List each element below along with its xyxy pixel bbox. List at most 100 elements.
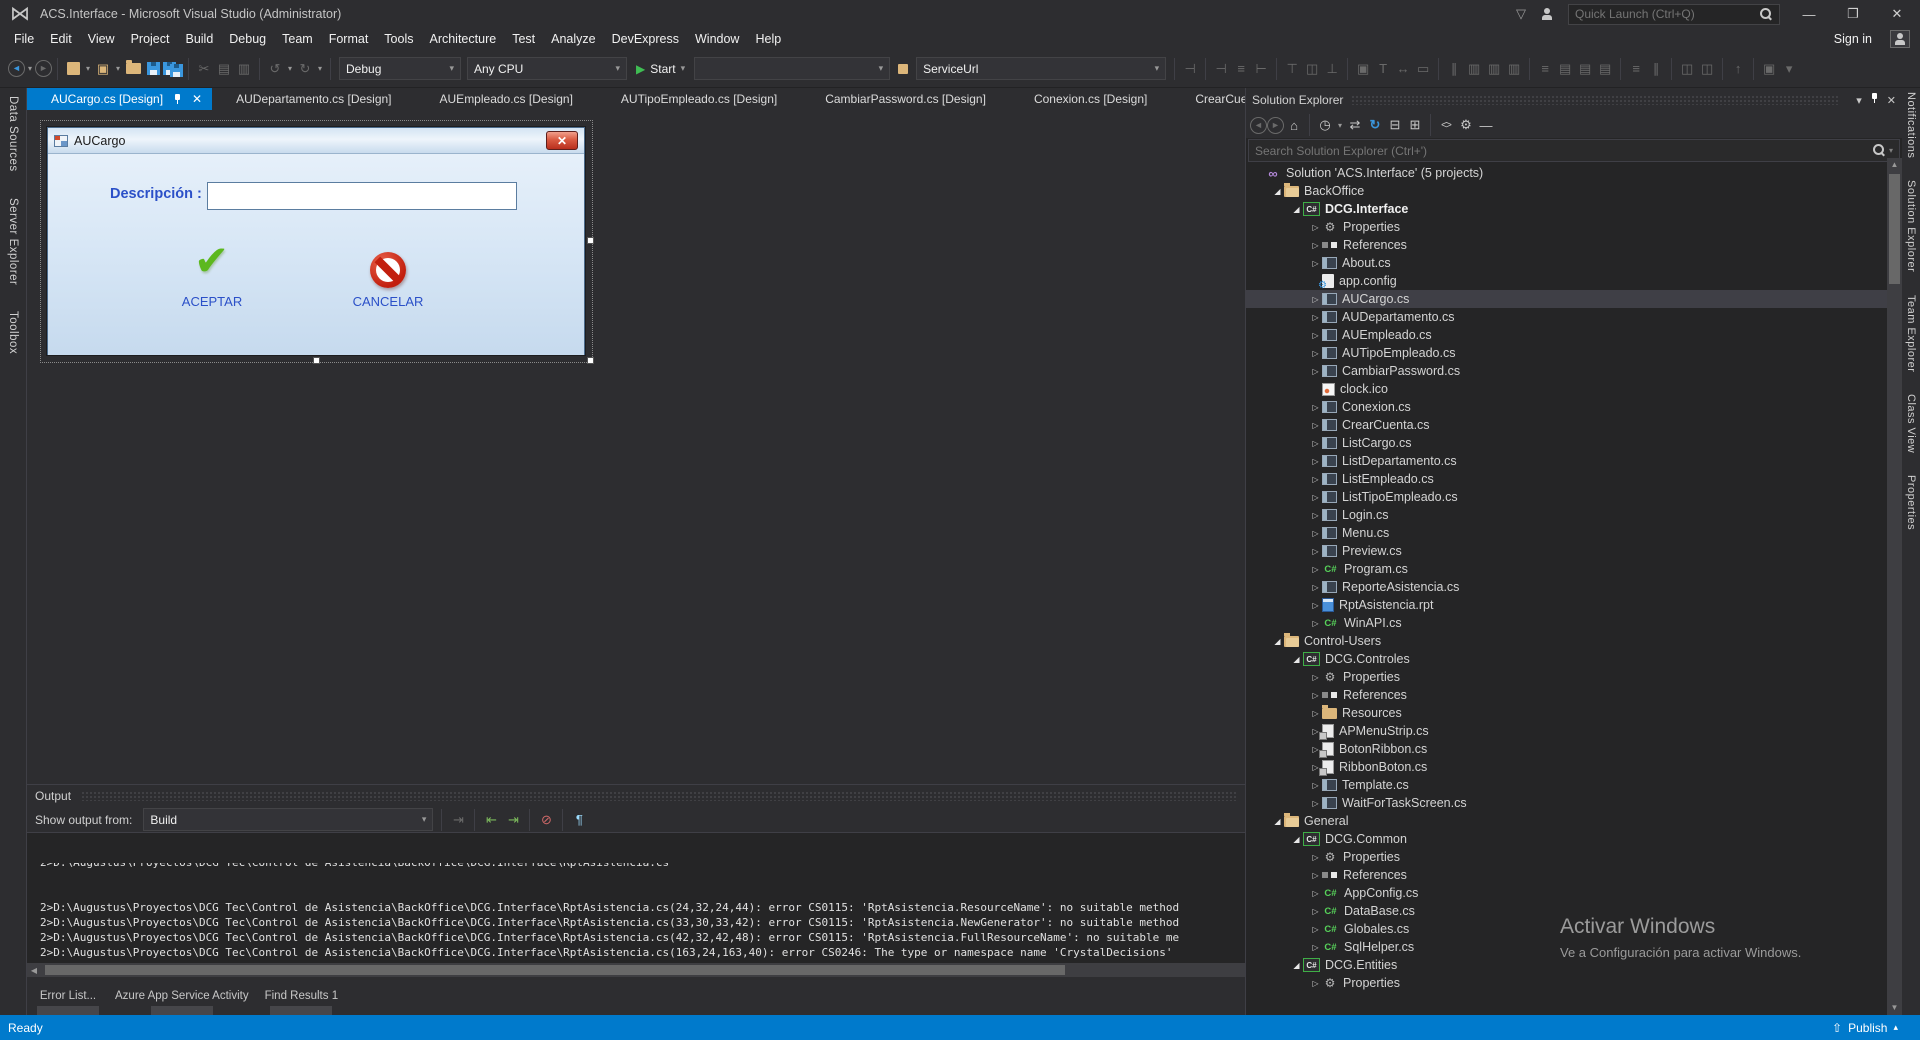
expanded-arrow-icon[interactable]: ◢	[1290, 835, 1303, 844]
new-project-icon[interactable]	[63, 58, 83, 80]
bottom-tab-find-results-1[interactable]: Find Results 1	[265, 988, 338, 1015]
pending-changes-filter-icon[interactable]: ◷	[1315, 114, 1335, 136]
tree-item-winapi-cs[interactable]: ▷ C# WinAPI.cs	[1246, 614, 1887, 632]
left-tab-toolbox[interactable]: Toolbox	[7, 311, 19, 354]
scroll-up-arrow-icon[interactable]: ▲	[1887, 158, 1902, 172]
scroll-left-arrow-icon[interactable]: ◀	[27, 966, 41, 975]
tree-item-ribbonboton-cs[interactable]: ▷ RibbonBoton.cs	[1246, 758, 1887, 776]
collapsed-arrow-icon[interactable]: ▷	[1309, 511, 1322, 520]
tree-item-listdepartamento-cs[interactable]: ▷ ListDepartamento.cs	[1246, 452, 1887, 470]
close-panel-icon[interactable]: ✕	[1887, 94, 1896, 107]
document-tab-0[interactable]: AUCargo.cs [Design] ✕	[27, 88, 213, 110]
horizontal-scrollbar[interactable]: ◀	[27, 963, 1245, 977]
tree-item-autipoempleado-cs[interactable]: ▷ AUTipoEmpleado.cs	[1246, 344, 1887, 362]
tree-item-listtipoempleado-cs[interactable]: ▷ ListTipoEmpleado.cs	[1246, 488, 1887, 506]
menu-build[interactable]: Build	[177, 32, 221, 46]
menu-devexpress[interactable]: DevExpress	[604, 32, 687, 46]
format-align-icon[interactable]: ▤	[1575, 58, 1595, 80]
add-item-icon[interactable]: ▣	[93, 58, 113, 80]
format-align-icon[interactable]: ▾	[1779, 58, 1799, 80]
menu-window[interactable]: Window	[687, 32, 747, 46]
tree-item-auempleado-cs[interactable]: ▷ AUEmpleado.cs	[1246, 326, 1887, 344]
collapsed-arrow-icon[interactable]: ▷	[1309, 871, 1322, 880]
menu-tools[interactable]: Tools	[376, 32, 421, 46]
tree-item-backoffice[interactable]: ◢ BackOffice	[1246, 182, 1887, 200]
empty-combo[interactable]: ▾	[694, 57, 891, 80]
format-align-icon[interactable]: ⊥	[1322, 58, 1342, 80]
undo-icon[interactable]: ↺	[265, 58, 285, 80]
format-align-icon[interactable]: ▣	[1759, 58, 1779, 80]
document-tab-3[interactable]: AUTipoEmpleado.cs [Design]	[597, 88, 801, 110]
pin-icon[interactable]	[173, 93, 182, 105]
format-align-icon[interactable]: ∥	[1444, 58, 1464, 80]
tree-item-rptasistencia-rpt[interactable]: ▷ RptAsistencia.rpt	[1246, 596, 1887, 614]
tree-item-control-users[interactable]: ◢ Control-Users	[1246, 632, 1887, 650]
collapsed-arrow-icon[interactable]: ▷	[1309, 331, 1322, 340]
open-file-icon[interactable]	[123, 58, 143, 80]
collapsed-arrow-icon[interactable]: ▷	[1309, 439, 1322, 448]
tree-item-program-cs[interactable]: ▷ C# Program.cs	[1246, 560, 1887, 578]
solution-platform-combo[interactable]: Any CPU ▾	[467, 57, 627, 80]
document-tab-1[interactable]: AUDepartamento.cs [Design]	[212, 88, 415, 110]
collapsed-arrow-icon[interactable]: ▷	[1309, 475, 1322, 484]
paste-icon[interactable]: ▥	[234, 58, 254, 80]
winforms-designer-surface[interactable]: AUCargo ✕ Descripción : ✔ ACEPTAR CANCEL…	[27, 112, 1245, 784]
expanded-arrow-icon[interactable]: ◢	[1290, 205, 1303, 214]
collapsed-arrow-icon[interactable]: ▷	[1309, 403, 1322, 412]
scrollbar-thumb[interactable]	[1889, 174, 1900, 284]
format-align-icon[interactable]: ▤	[1595, 58, 1615, 80]
collapsed-arrow-icon[interactable]: ▷	[1309, 241, 1322, 250]
solution-explorer-search-box[interactable]: ▾	[1248, 139, 1900, 162]
collapsed-arrow-icon[interactable]: ▷	[1309, 349, 1322, 358]
collapse-all-icon[interactable]: ⊟	[1385, 114, 1405, 136]
expanded-arrow-icon[interactable]: ◢	[1271, 817, 1284, 826]
vertical-scrollbar[interactable]: ▲ ▼	[1887, 158, 1902, 1015]
window-position-icon[interactable]: ▾	[1856, 94, 1862, 107]
cancel-prohibition-icon[interactable]	[370, 252, 406, 288]
properties-wrench-icon[interactable]: ⚙	[1456, 114, 1476, 136]
cancel-button-label[interactable]: CANCELAR	[328, 294, 448, 309]
left-tab-data-sources[interactable]: Data Sources	[7, 96, 19, 172]
format-align-icon[interactable]: ↔	[1393, 58, 1413, 80]
clear-all-icon[interactable]: ⊘	[535, 810, 557, 830]
format-align-icon[interactable]: ▭	[1413, 58, 1433, 80]
tab-close-icon[interactable]: ✕	[192, 92, 202, 106]
output-log[interactable]: 2>D:\Augustus\Proyectos\DCG Tec\Control …	[27, 833, 1245, 963]
search-icon[interactable]	[1760, 7, 1773, 21]
format-align-icon[interactable]: ◫	[1677, 58, 1697, 80]
resize-handle-bottom[interactable]	[313, 357, 320, 364]
right-tab-properties[interactable]: Properties	[1905, 475, 1917, 530]
document-tab-2[interactable]: AUEmpleado.cs [Design]	[416, 88, 597, 110]
collapsed-arrow-icon[interactable]: ▷	[1309, 421, 1322, 430]
tree-item-crearcuenta-cs[interactable]: ▷ CrearCuenta.cs	[1246, 416, 1887, 434]
publish-button[interactable]: ⇧ Publish ▴	[1832, 1021, 1912, 1035]
navigate-back-dropdown-icon[interactable]: ▾	[25, 58, 35, 80]
collapsed-arrow-icon[interactable]: ▷	[1309, 259, 1322, 268]
menu-view[interactable]: View	[80, 32, 123, 46]
tree-item-apmenustrip-cs[interactable]: ▷ APMenuStrip.cs	[1246, 722, 1887, 740]
tree-item-botonribbon-cs[interactable]: ▷ BotonRibbon.cs	[1246, 740, 1887, 758]
copy-icon[interactable]: ▤	[214, 58, 234, 80]
format-align-icon[interactable]: ◫	[1697, 58, 1717, 80]
tree-item-about-cs[interactable]: ▷ About.cs	[1246, 254, 1887, 272]
format-align-icon[interactable]: ⊣	[1211, 58, 1231, 80]
left-tab-server-explorer[interactable]: Server Explorer	[7, 198, 19, 285]
collapsed-arrow-icon[interactable]: ▷	[1309, 619, 1322, 628]
form-close-button[interactable]: ✕	[546, 131, 578, 150]
collapsed-arrow-icon[interactable]: ▷	[1309, 601, 1322, 610]
tree-item-resources[interactable]: ▷ Resources	[1246, 704, 1887, 722]
solution-search-input[interactable]	[1255, 143, 1873, 158]
add-item-dropdown-icon[interactable]: ▾	[113, 58, 123, 80]
new-project-dropdown-icon[interactable]: ▾	[83, 58, 93, 80]
collapsed-arrow-icon[interactable]: ▷	[1309, 673, 1322, 682]
format-align-icon[interactable]: ▣	[1353, 58, 1373, 80]
expanded-arrow-icon[interactable]: ◢	[1271, 637, 1284, 646]
quick-launch-input[interactable]	[1575, 7, 1760, 21]
resize-handle-right[interactable]	[587, 237, 594, 244]
collapsed-arrow-icon[interactable]: ▷	[1309, 979, 1322, 988]
collapsed-arrow-icon[interactable]: ▷	[1309, 925, 1322, 934]
format-align-icon[interactable]: ▥	[1484, 58, 1504, 80]
right-tab-notifications[interactable]: Notifications	[1905, 92, 1917, 158]
solution-configuration-combo[interactable]: Debug ▾	[339, 57, 461, 80]
tree-item-audepartamento-cs[interactable]: ▷ AUDepartamento.cs	[1246, 308, 1887, 326]
